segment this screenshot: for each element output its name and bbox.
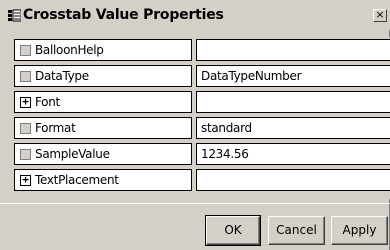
cancel-button[interactable]: Cancel bbox=[268, 216, 325, 245]
crosstab-value-properties-dialog: Crosstab Value Properties × BalloonHelp … bbox=[0, 0, 390, 250]
properties-icon bbox=[8, 9, 21, 22]
property-name-cell[interactable]: SampleValue bbox=[14, 143, 192, 165]
property-name-cell[interactable]: DataType bbox=[14, 65, 192, 87]
property-value: DataTypeNumber bbox=[201, 69, 302, 83]
property-row-textplacement[interactable]: + TextPlacement bbox=[14, 167, 390, 193]
property-name-cell[interactable]: BalloonHelp bbox=[14, 39, 192, 61]
property-row-datatype[interactable]: DataType DataTypeNumber bbox=[14, 63, 390, 89]
property-row-format[interactable]: Format standard bbox=[14, 115, 390, 141]
property-name: DataType bbox=[35, 69, 89, 83]
title-bar[interactable]: Crosstab Value Properties × bbox=[0, 0, 390, 30]
property-value-cell[interactable] bbox=[196, 169, 390, 191]
property-row-balloonhelp[interactable]: BalloonHelp bbox=[14, 37, 390, 63]
property-value-cell[interactable]: DataTypeNumber bbox=[196, 65, 390, 87]
expand-plus-icon[interactable]: + bbox=[20, 174, 31, 186]
property-name: Format bbox=[35, 121, 76, 135]
property-name: SampleValue bbox=[35, 147, 110, 161]
property-name: BalloonHelp bbox=[35, 43, 104, 57]
property-name-cell[interactable]: + Font bbox=[14, 91, 192, 113]
property-row-font[interactable]: + Font bbox=[14, 89, 390, 115]
expand-plus-icon[interactable]: + bbox=[20, 96, 31, 108]
property-name: Font bbox=[35, 95, 60, 109]
dialog-title: Crosstab Value Properties bbox=[23, 7, 224, 23]
property-value-cell[interactable] bbox=[196, 39, 390, 61]
property-grid: BalloonHelp DataType DataTypeNumber + Fo… bbox=[14, 37, 390, 199]
property-value: standard bbox=[201, 121, 252, 135]
property-value-cell[interactable]: standard bbox=[196, 117, 390, 139]
property-value-cell[interactable] bbox=[196, 91, 390, 113]
property-row-samplevalue[interactable]: SampleValue 1234.56 bbox=[14, 141, 390, 167]
close-button[interactable]: × bbox=[373, 9, 387, 22]
property-name-cell[interactable]: Format bbox=[14, 117, 192, 139]
property-value: 1234.56 bbox=[201, 147, 249, 161]
ok-button[interactable]: OK bbox=[205, 215, 261, 246]
checkbox[interactable] bbox=[20, 149, 31, 160]
checkbox[interactable] bbox=[20, 71, 31, 82]
property-name: TextPlacement bbox=[35, 173, 119, 187]
checkbox[interactable] bbox=[20, 45, 31, 56]
property-value-cell[interactable]: 1234.56 bbox=[196, 143, 390, 165]
property-name-cell[interactable]: + TextPlacement bbox=[14, 169, 192, 191]
footer-separator bbox=[0, 203, 390, 204]
checkbox[interactable] bbox=[20, 123, 31, 134]
apply-button[interactable]: Apply bbox=[331, 216, 388, 245]
